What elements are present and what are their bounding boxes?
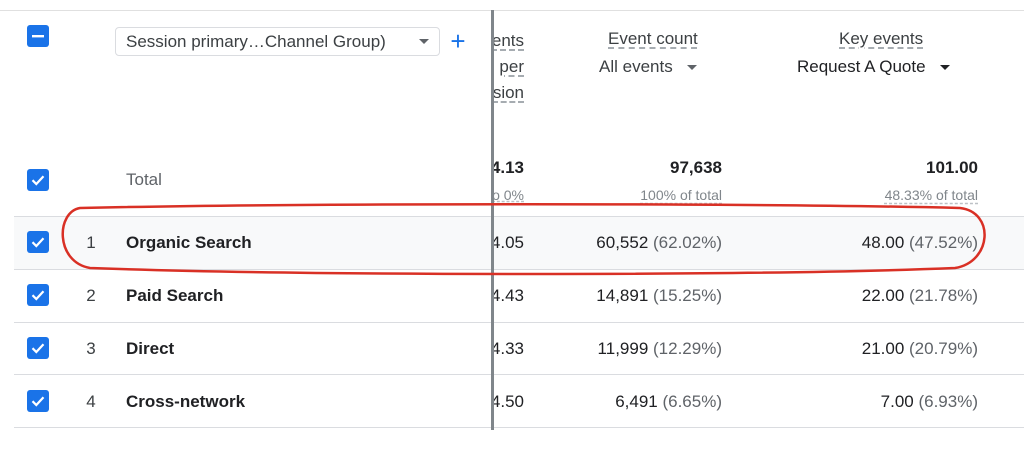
total-event-count: 97,638	[670, 158, 722, 177]
row-divider	[14, 322, 1024, 323]
row-key-events: 7.00 (6.93%)	[881, 392, 978, 412]
event-count-value: 14,891	[596, 286, 649, 305]
key-events-header[interactable]: Key events	[839, 29, 923, 49]
row-clipped-value: 4.43	[494, 286, 524, 305]
clipped-metric-header[interactable]: ents per sion	[494, 28, 528, 108]
frozen-column-divider[interactable]	[491, 10, 494, 430]
row-channel-name[interactable]: Cross-network	[126, 392, 245, 412]
row-divider	[14, 216, 1024, 217]
total-key-events: 101.00	[926, 158, 978, 177]
event-count-percent: (62.02%)	[653, 233, 722, 252]
row-clipped-value: 4.05	[494, 233, 524, 252]
row-clipped-cell: 4.43	[494, 286, 528, 308]
row-key-events: 48.00 (47.52%)	[862, 233, 978, 253]
row-clipped-cell: 4.33	[494, 339, 528, 361]
dropdown-caret-icon	[939, 64, 950, 70]
total-clipped-cell: 4.13 o 0%	[494, 156, 528, 206]
row-event-count: 6,491 (6.65%)	[615, 392, 722, 412]
key-events-percent: (20.79%)	[909, 339, 978, 358]
checkbox-checked-icon	[31, 343, 45, 354]
indeterminate-checkbox-icon	[32, 35, 44, 38]
event-count-percent: (6.65%)	[662, 392, 722, 411]
row-event-count: 11,999 (12.29%)	[598, 339, 722, 359]
key-events-filter-label: Request A Quote	[797, 57, 926, 76]
checkbox-checked-icon	[31, 396, 45, 407]
event-count-filter[interactable]: All events	[599, 57, 697, 77]
total-key-events-share: 48.33% of total	[884, 187, 978, 203]
add-dimension-button[interactable]: +	[447, 27, 469, 55]
row-divider	[14, 374, 1024, 375]
event-count-value: 11,999	[597, 339, 649, 358]
checkbox-checked-icon	[31, 175, 45, 186]
dimension-select-label: Session primary…Channel Group)	[126, 31, 386, 51]
row-divider	[14, 427, 1024, 428]
row-key-events: 21.00 (20.79%)	[862, 339, 978, 359]
row-channel-name[interactable]: Direct	[126, 339, 174, 359]
row-rank: 2	[86, 286, 96, 305]
checkbox-checked-icon	[31, 290, 45, 301]
key-events-value: 48.00	[861, 233, 905, 252]
total-clipped-value: 4.13	[494, 158, 524, 177]
event-count-filter-label: All events	[599, 57, 673, 76]
clipped-header-line-2: per	[499, 57, 524, 76]
dimension-select[interactable]: Session primary…Channel Group)	[115, 27, 440, 56]
dropdown-caret-icon	[419, 39, 429, 44]
row-channel-name[interactable]: Organic Search	[126, 233, 252, 253]
add-icon: +	[450, 26, 466, 56]
row-checkbox[interactable]	[27, 284, 49, 306]
top-border	[0, 10, 1024, 11]
event-count-header[interactable]: Event count	[608, 29, 698, 49]
row-checkbox[interactable]	[27, 337, 49, 359]
clipped-header-line-1: ents	[494, 31, 524, 50]
row-clipped-value: 4.50	[494, 392, 524, 411]
key-events-percent: (21.78%)	[909, 286, 978, 305]
total-event-count-share: 100% of total	[640, 187, 722, 203]
event-count-value: 6,491	[615, 392, 658, 411]
row-rank: 4	[86, 392, 96, 411]
row-channel-name[interactable]: Paid Search	[126, 286, 223, 306]
row-divider	[14, 269, 1024, 270]
row-clipped-cell: 4.50	[494, 392, 528, 414]
key-events-value: 7.00	[880, 392, 914, 411]
clipped-header-line-3: sion	[494, 83, 524, 102]
row-clipped-value: 4.33	[494, 339, 524, 358]
event-count-percent: (15.25%)	[653, 286, 722, 305]
total-clipped-sub: o 0%	[494, 187, 524, 203]
row-checkbox[interactable]	[27, 231, 49, 253]
row-clipped-cell: 4.05	[494, 233, 528, 255]
key-events-percent: (47.52%)	[909, 233, 978, 252]
key-events-percent: (6.93%)	[918, 392, 978, 411]
dropdown-caret-icon	[686, 64, 697, 70]
row-rank: 1	[86, 233, 96, 252]
checkbox-checked-icon	[31, 237, 45, 248]
row-event-count: 14,891 (15.25%)	[596, 286, 722, 306]
total-label: Total	[126, 170, 162, 189]
select-all-checkbox[interactable]	[27, 25, 49, 47]
key-events-value: 22.00	[861, 286, 905, 305]
row-key-events: 22.00 (21.78%)	[862, 286, 978, 306]
row-event-count: 60,552 (62.02%)	[596, 233, 722, 253]
key-events-value: 21.00	[861, 339, 905, 358]
row-rank: 3	[86, 339, 96, 358]
event-count-percent: (12.29%)	[653, 339, 722, 358]
event-count-value: 60,552	[596, 233, 649, 252]
key-events-filter[interactable]: Request A Quote	[797, 57, 950, 77]
row-checkbox[interactable]	[27, 390, 49, 412]
total-checkbox[interactable]	[27, 169, 49, 191]
